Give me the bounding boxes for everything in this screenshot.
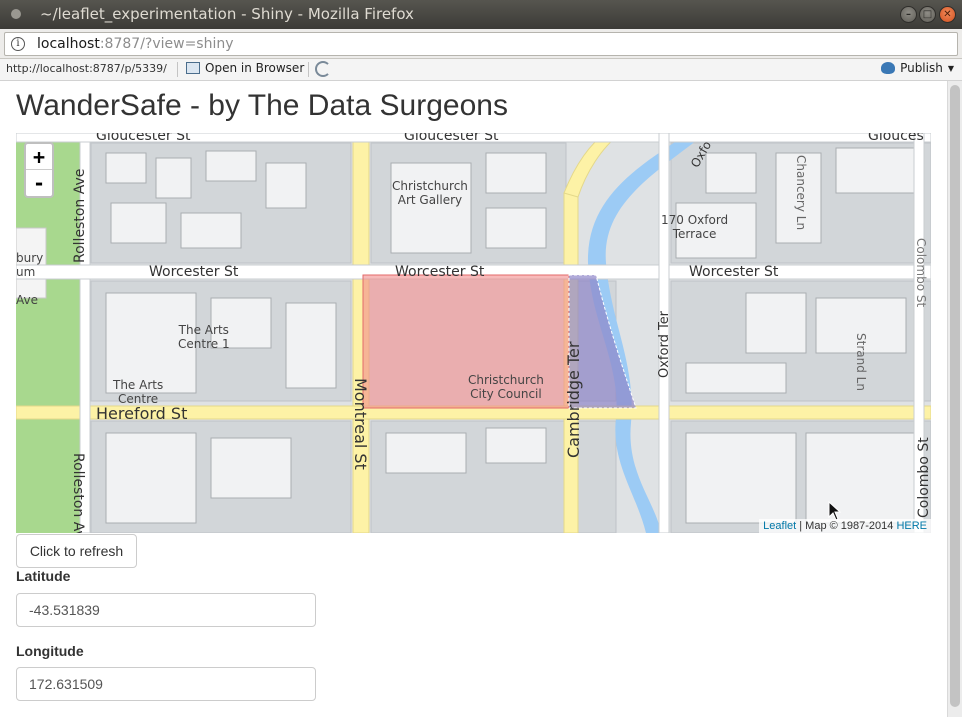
latitude-label: Latitude [16, 568, 71, 584]
street-label: Glouces [868, 133, 924, 144]
zoom-control: + - [24, 142, 54, 198]
browser-window-icon [186, 62, 200, 74]
street-label: Montreal St [351, 378, 370, 470]
map-attribution: Leaflet | Map © 1987-2014 HERE [759, 519, 931, 533]
refresh-button[interactable]: Click to refresh [16, 534, 137, 568]
street-label: Chancery Ln [794, 155, 808, 231]
leaflet-map[interactable]: Gloucester St Gloucester St Glouces Worc… [16, 133, 931, 533]
open-in-browser-label: Open in Browser [205, 61, 305, 75]
poi-city-council: Christchurch City Council [468, 373, 544, 401]
street-label: Worcester St [395, 264, 485, 280]
poi-arts-centre-1: The Arts Centre 1 [178, 323, 230, 351]
window-menu-icon[interactable] [11, 9, 21, 19]
street-label: Cambridge Ter [564, 341, 583, 458]
close-icon[interactable]: ✕ [939, 6, 956, 23]
latitude-input[interactable] [16, 593, 316, 627]
here-link[interactable]: HERE [896, 520, 927, 532]
street-label: Worcester St [149, 264, 239, 280]
window-titlebar: ~/leaflet_experimentation - Shiny - Mozi… [0, 0, 962, 29]
poi-art-gallery: Christchurch Art Gallery [392, 179, 468, 207]
street-label: Colombo St [914, 238, 928, 308]
site-info-icon[interactable]: i [11, 37, 25, 51]
window-title: ~/leaflet_experimentation - Shiny - Mozi… [40, 5, 414, 23]
poi-arts-centre: The Arts Centre [113, 378, 164, 406]
viewer-address: http://localhost:8787/p/5339/ [6, 62, 167, 75]
mouse-cursor-icon [828, 501, 842, 521]
zoom-in-button[interactable]: + [26, 144, 52, 170]
longitude-label: Longitude [16, 643, 84, 659]
app-page: WanderSafe - by The Data Surgeons Glouce… [0, 81, 947, 717]
street-label: Rolleston Av [70, 453, 86, 533]
publish-icon [881, 62, 896, 74]
poi-ave: Ave [16, 293, 38, 307]
street-label: Gloucester St [404, 133, 499, 144]
url-path: :8787/?view=shiny [99, 36, 234, 52]
poi-museum: bury um [16, 251, 44, 279]
maximize-icon[interactable]: □ [919, 6, 936, 23]
longitude-input[interactable] [16, 667, 316, 701]
url-host: localhost [37, 36, 100, 52]
minimize-icon[interactable]: – [900, 6, 917, 23]
street-label: Gloucester St [96, 133, 191, 144]
street-label: Colombo St [916, 437, 931, 518]
attribution-text: | Map © 1987-2014 [796, 520, 897, 532]
toolbar-divider [308, 62, 309, 77]
street-label: Worcester St [689, 264, 779, 280]
url-field[interactable]: i localhost:8787/?view=shiny [4, 32, 958, 56]
leaflet-link[interactable]: Leaflet [763, 520, 796, 532]
street-label: Oxford Ter [657, 310, 672, 378]
street-label: Hereford St [96, 404, 188, 423]
chevron-down-icon: ▼ [947, 63, 954, 73]
navigation-bar: i localhost:8787/?view=shiny [0, 29, 962, 59]
page-scrollbar[interactable] [947, 81, 962, 717]
zoom-out-button[interactable]: - [26, 170, 52, 196]
publish-label: Publish [900, 61, 943, 75]
toolbar-divider [177, 62, 178, 77]
publish-button[interactable]: Publish ▼ [881, 61, 954, 75]
viewer-toolbar: http://localhost:8787/p/5339/ Open in Br… [0, 59, 962, 81]
open-in-browser-button[interactable]: Open in Browser [186, 61, 304, 75]
refresh-icon[interactable] [315, 61, 331, 77]
scrollbar-thumb[interactable] [950, 85, 960, 707]
poi-oxford-terrace: 170 Oxford Terrace [661, 213, 729, 241]
page-title: WanderSafe - by The Data Surgeons [16, 89, 508, 122]
street-label: Strand Ln [854, 333, 868, 391]
street-label: Rolleston Ave [72, 168, 88, 263]
